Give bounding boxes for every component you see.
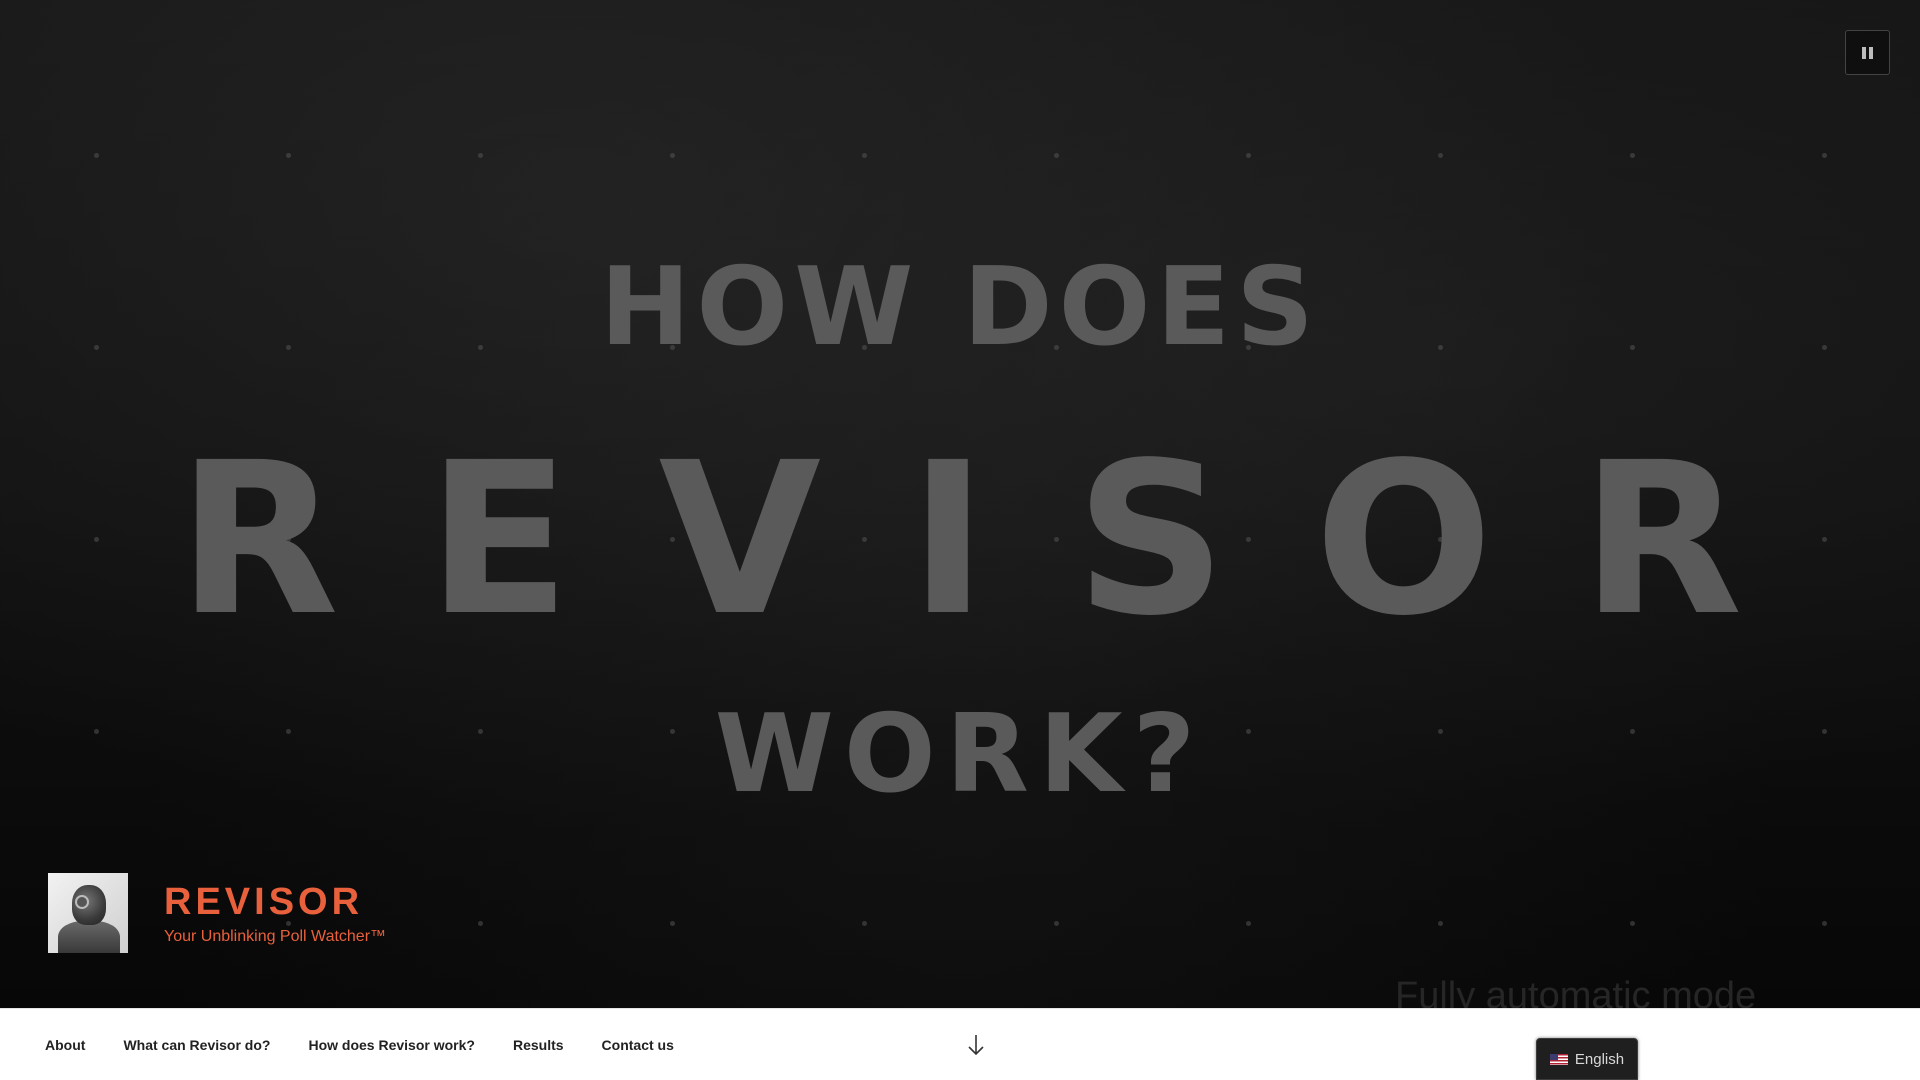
site-title[interactable]: REVISOR	[164, 880, 386, 924]
grid-dot	[1246, 153, 1251, 158]
grid-dot	[94, 153, 99, 158]
grid-dot	[286, 153, 291, 158]
robot-body-icon	[58, 921, 120, 953]
grid-dot	[1054, 921, 1059, 926]
robot-ear-icon	[75, 895, 89, 909]
grid-dot	[1438, 153, 1443, 158]
nav-item-what-can-revisor-do[interactable]: What can Revisor do?	[123, 1037, 270, 1053]
grid-dot	[1630, 921, 1635, 926]
grid-dot	[1822, 153, 1827, 158]
arrow-down-icon[interactable]	[966, 1033, 986, 1057]
site-text: REVISOR Your Unblinking Poll Watcher™	[164, 880, 386, 946]
language-switcher[interactable]: English	[1536, 1038, 1638, 1080]
grid-dot	[862, 153, 867, 158]
grid-dot	[478, 921, 483, 926]
grid-dot	[1630, 153, 1635, 158]
grid-dot	[1246, 921, 1251, 926]
grid-dot	[670, 153, 675, 158]
pause-icon	[1862, 46, 1866, 59]
site-logo[interactable]	[48, 873, 128, 953]
video-text-line-3: WORK?	[714, 692, 1206, 817]
pause-icon-bar	[1869, 46, 1873, 59]
grid-dot	[1822, 921, 1827, 926]
nav-item-how-does-revisor-work[interactable]: How does Revisor work?	[308, 1037, 474, 1053]
site-tagline: Your Unblinking Poll Watcher™	[164, 928, 387, 945]
grid-dot	[1438, 921, 1443, 926]
nav-item-results[interactable]: Results	[513, 1037, 564, 1053]
grid-dot	[478, 153, 483, 158]
grid-dot	[1054, 153, 1059, 158]
video-text-line-1: HOW DOES	[600, 245, 1320, 370]
grid-dot	[862, 921, 867, 926]
nav-menu: About What can Revisor do? How does Revi…	[45, 1009, 712, 1080]
nav-item-contact-us[interactable]: Contact us	[602, 1037, 674, 1053]
us-flag-icon	[1549, 1053, 1568, 1065]
hero-video-header: HOW DOES REVISOR WORK? Fully automatic m…	[0, 0, 1920, 1008]
video-subtitle: Fully automatic mode	[1395, 975, 1757, 1008]
grid-dot	[670, 921, 675, 926]
language-label: English	[1574, 1050, 1625, 1068]
nav-item-about[interactable]: About	[45, 1037, 85, 1053]
site-branding: REVISOR Your Unblinking Poll Watcher™	[48, 873, 386, 953]
video-text-line-2: REVISOR	[177, 417, 1831, 662]
video-pause-button[interactable]	[1845, 30, 1890, 75]
